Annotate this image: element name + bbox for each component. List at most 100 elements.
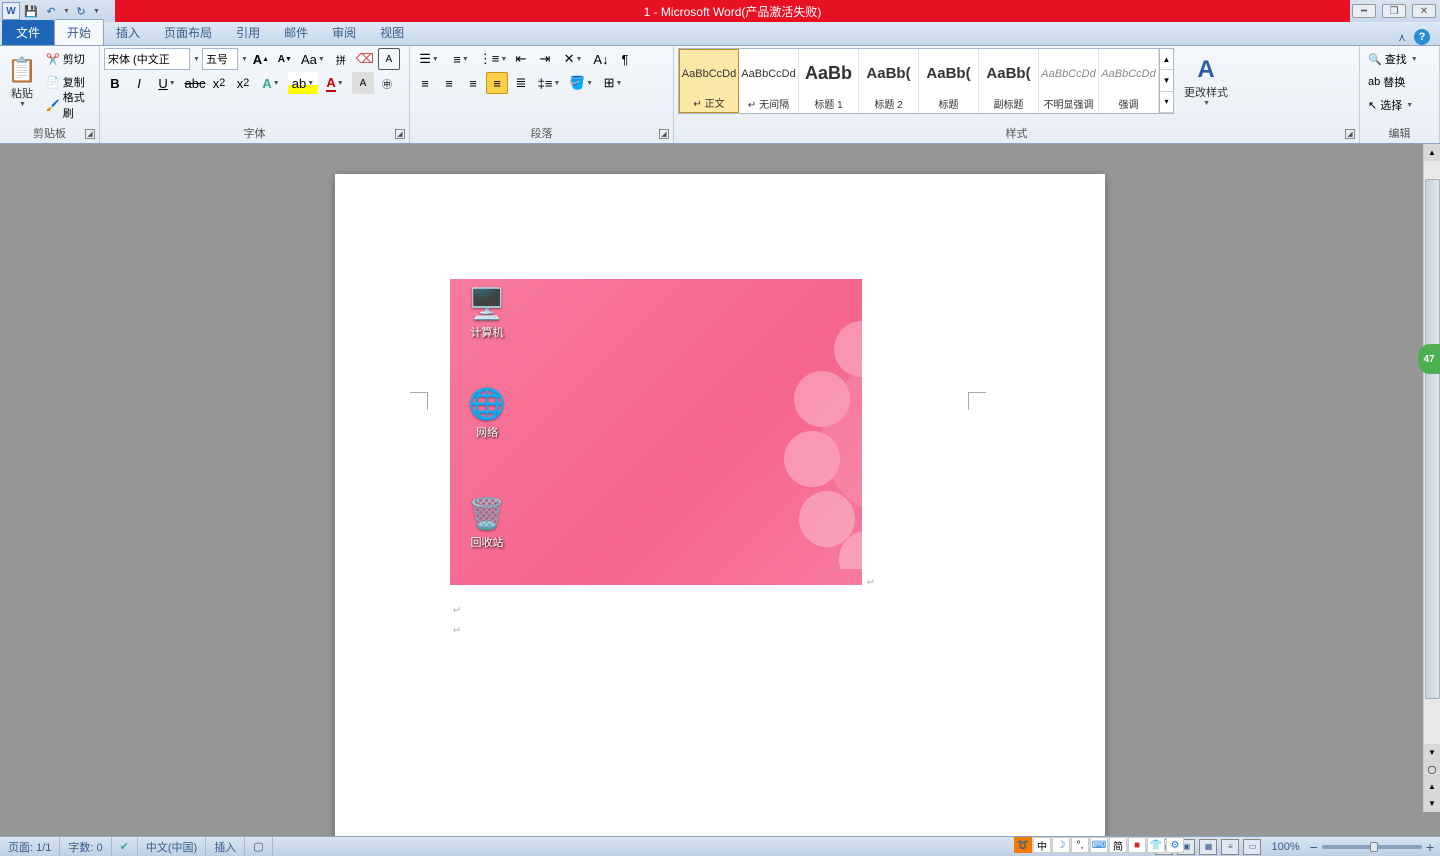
text-effects-button[interactable]: A▼ bbox=[256, 72, 286, 94]
undo-button[interactable]: ↶ bbox=[42, 2, 60, 20]
tab-layout[interactable]: 页面布局 bbox=[152, 20, 224, 45]
style-normal[interactable]: AaBbCcDd↵ 正文 bbox=[679, 49, 739, 113]
increase-indent-button[interactable]: ⇥ bbox=[534, 48, 556, 70]
vertical-scrollbar[interactable]: ▲ ▼ ◯ ▲ ▼ bbox=[1423, 144, 1440, 812]
sidebar-badge[interactable]: 47 bbox=[1418, 344, 1440, 374]
undo-dropdown-icon[interactable]: ▼ bbox=[63, 8, 70, 15]
style-subtle-emphasis[interactable]: AaBbCcDd不明显强调 bbox=[1039, 49, 1099, 113]
justify-button[interactable]: ≡ bbox=[486, 72, 508, 94]
file-tab[interactable]: 文件 bbox=[2, 20, 54, 45]
tab-review[interactable]: 审阅 bbox=[320, 20, 368, 45]
show-marks-button[interactable]: ¶ bbox=[614, 48, 636, 70]
sort-button[interactable]: A↓ bbox=[590, 48, 612, 70]
style-scroll-up[interactable]: ▲ bbox=[1160, 49, 1173, 70]
font-launcher[interactable]: ◢ bbox=[395, 129, 405, 139]
distributed-button[interactable]: ≣ bbox=[510, 72, 532, 94]
status-macro[interactable]: ▢ bbox=[245, 837, 272, 856]
tab-home[interactable]: 开始 bbox=[54, 19, 104, 45]
multilevel-list-button[interactable]: ⋮≡▼ bbox=[478, 48, 508, 70]
phonetic-button[interactable]: 拼 bbox=[330, 48, 352, 70]
clear-format-button[interactable]: ⌫ bbox=[354, 48, 376, 70]
number-list-button[interactable]: ≡▼ bbox=[446, 48, 476, 70]
style-emphasis[interactable]: AaBbCcDd强调 bbox=[1099, 49, 1159, 113]
tab-insert[interactable]: 插入 bbox=[104, 20, 152, 45]
redo-button[interactable]: ↻ bbox=[72, 2, 90, 20]
status-language[interactable]: 中文(中国) bbox=[138, 837, 206, 856]
bullet-list-button[interactable]: ☰▼ bbox=[414, 48, 444, 70]
styles-launcher[interactable]: ◢ bbox=[1345, 129, 1355, 139]
tab-mail[interactable]: 邮件 bbox=[272, 20, 320, 45]
view-draft[interactable]: ▭ bbox=[1243, 839, 1261, 855]
clipboard-launcher[interactable]: ◢ bbox=[85, 129, 95, 139]
minimize-button[interactable]: ━ bbox=[1352, 4, 1376, 18]
ime-punct-icon[interactable]: °, bbox=[1071, 837, 1089, 853]
page[interactable]: 🖥️计算机 🌐网络 🗑️回收站 ↵ ↵ ↵ bbox=[335, 174, 1105, 836]
underline-button[interactable]: U▼ bbox=[152, 72, 182, 94]
subscript-button[interactable]: x2 bbox=[208, 72, 230, 94]
status-insert-mode[interactable]: 插入 bbox=[206, 837, 245, 856]
decrease-indent-button[interactable]: ⇤ bbox=[510, 48, 532, 70]
tab-references[interactable]: 引用 bbox=[224, 20, 272, 45]
enclose-char-button[interactable]: ㊥ bbox=[376, 72, 398, 94]
char-border-button[interactable]: A bbox=[378, 48, 400, 70]
status-page[interactable]: 页面: 1/1 bbox=[0, 837, 60, 856]
style-title[interactable]: AaBb(标题 bbox=[919, 49, 979, 113]
char-shading-button[interactable]: A bbox=[352, 72, 374, 94]
borders-button[interactable]: ⊞▼ bbox=[598, 72, 628, 94]
ime-keyboard-icon[interactable]: ⌨ bbox=[1090, 837, 1108, 853]
style-heading1[interactable]: AaBb标题 1 bbox=[799, 49, 859, 113]
word-icon[interactable]: W bbox=[2, 2, 20, 20]
select-button[interactable]: ↖选择▼ bbox=[1364, 94, 1435, 116]
bold-button[interactable]: B bbox=[104, 72, 126, 94]
desktop-icon-computer[interactable]: 🖥️计算机 bbox=[462, 287, 512, 340]
scroll-up-button[interactable]: ▲ bbox=[1424, 144, 1440, 161]
style-nospacing[interactable]: AaBbCcDd↵ 无间隔 bbox=[739, 49, 799, 113]
desktop-icon-network[interactable]: 🌐网络 bbox=[462, 387, 512, 440]
style-scroll-down[interactable]: ▼ bbox=[1160, 70, 1173, 91]
font-name-select[interactable] bbox=[104, 48, 190, 70]
change-case-button[interactable]: Aa▼ bbox=[298, 48, 328, 70]
font-color-button[interactable]: A▼ bbox=[320, 72, 350, 94]
font-size-dropdown-icon[interactable]: ▼ bbox=[241, 56, 248, 63]
format-painter-button[interactable]: 🖌️格式刷 bbox=[42, 94, 95, 116]
zoom-thumb[interactable] bbox=[1370, 842, 1378, 852]
cut-button[interactable]: ✂️剪切 bbox=[42, 48, 95, 70]
paste-button[interactable]: 📋 粘贴 ▼ bbox=[4, 48, 40, 116]
highlight-button[interactable]: ab▼ bbox=[288, 72, 318, 94]
grow-font-button[interactable]: A▲ bbox=[250, 48, 272, 70]
prev-page-button[interactable]: ▲ bbox=[1424, 778, 1440, 795]
next-page-button[interactable]: ▼ bbox=[1424, 795, 1440, 812]
inserted-image[interactable]: 🖥️计算机 🌐网络 🗑️回收站 bbox=[450, 279, 862, 585]
save-button[interactable]: 💾 bbox=[22, 2, 40, 20]
align-center-button[interactable]: ≡ bbox=[438, 72, 460, 94]
ime-rec-icon[interactable]: ■ bbox=[1128, 837, 1146, 853]
ime-logo[interactable]: ➰ bbox=[1014, 837, 1032, 853]
zoom-slider[interactable] bbox=[1322, 845, 1422, 849]
paragraph-launcher[interactable]: ◢ bbox=[659, 129, 669, 139]
zoom-out-button[interactable]: − bbox=[1310, 839, 1318, 855]
scroll-down-button[interactable]: ▼ bbox=[1424, 744, 1440, 761]
help-icon[interactable]: ? bbox=[1414, 29, 1430, 45]
scroll-thumb[interactable] bbox=[1425, 179, 1440, 699]
font-name-dropdown-icon[interactable]: ▼ bbox=[193, 56, 200, 63]
qat-customize-icon[interactable]: ▼ bbox=[93, 8, 100, 15]
asian-layout-button[interactable]: ✕▼ bbox=[558, 48, 588, 70]
ime-chinese[interactable]: 中 bbox=[1033, 837, 1051, 853]
style-heading2[interactable]: AaBb(标题 2 bbox=[859, 49, 919, 113]
style-scroll-more[interactable]: ▾ bbox=[1160, 92, 1173, 113]
view-web[interactable]: ▦ bbox=[1199, 839, 1217, 855]
browse-object-button[interactable]: ◯ bbox=[1424, 761, 1440, 778]
restore-button[interactable]: ❐ bbox=[1382, 4, 1406, 18]
replace-button[interactable]: ab替换 bbox=[1364, 71, 1435, 93]
status-words[interactable]: 字数: 0 bbox=[60, 837, 111, 856]
zoom-in-button[interactable]: + bbox=[1426, 839, 1434, 855]
find-button[interactable]: 🔍查找▼ bbox=[1364, 48, 1435, 70]
ime-moon-icon[interactable]: ☽ bbox=[1052, 837, 1070, 853]
ime-simplified[interactable]: 简 bbox=[1109, 837, 1127, 853]
view-outline[interactable]: ≡ bbox=[1221, 839, 1239, 855]
status-proofing[interactable]: ✔ bbox=[112, 837, 138, 856]
strikethrough-button[interactable]: abc bbox=[184, 72, 206, 94]
italic-button[interactable]: I bbox=[128, 72, 150, 94]
align-left-button[interactable]: ≡ bbox=[414, 72, 436, 94]
collapse-ribbon-icon[interactable]: ⋏ bbox=[1398, 31, 1406, 44]
